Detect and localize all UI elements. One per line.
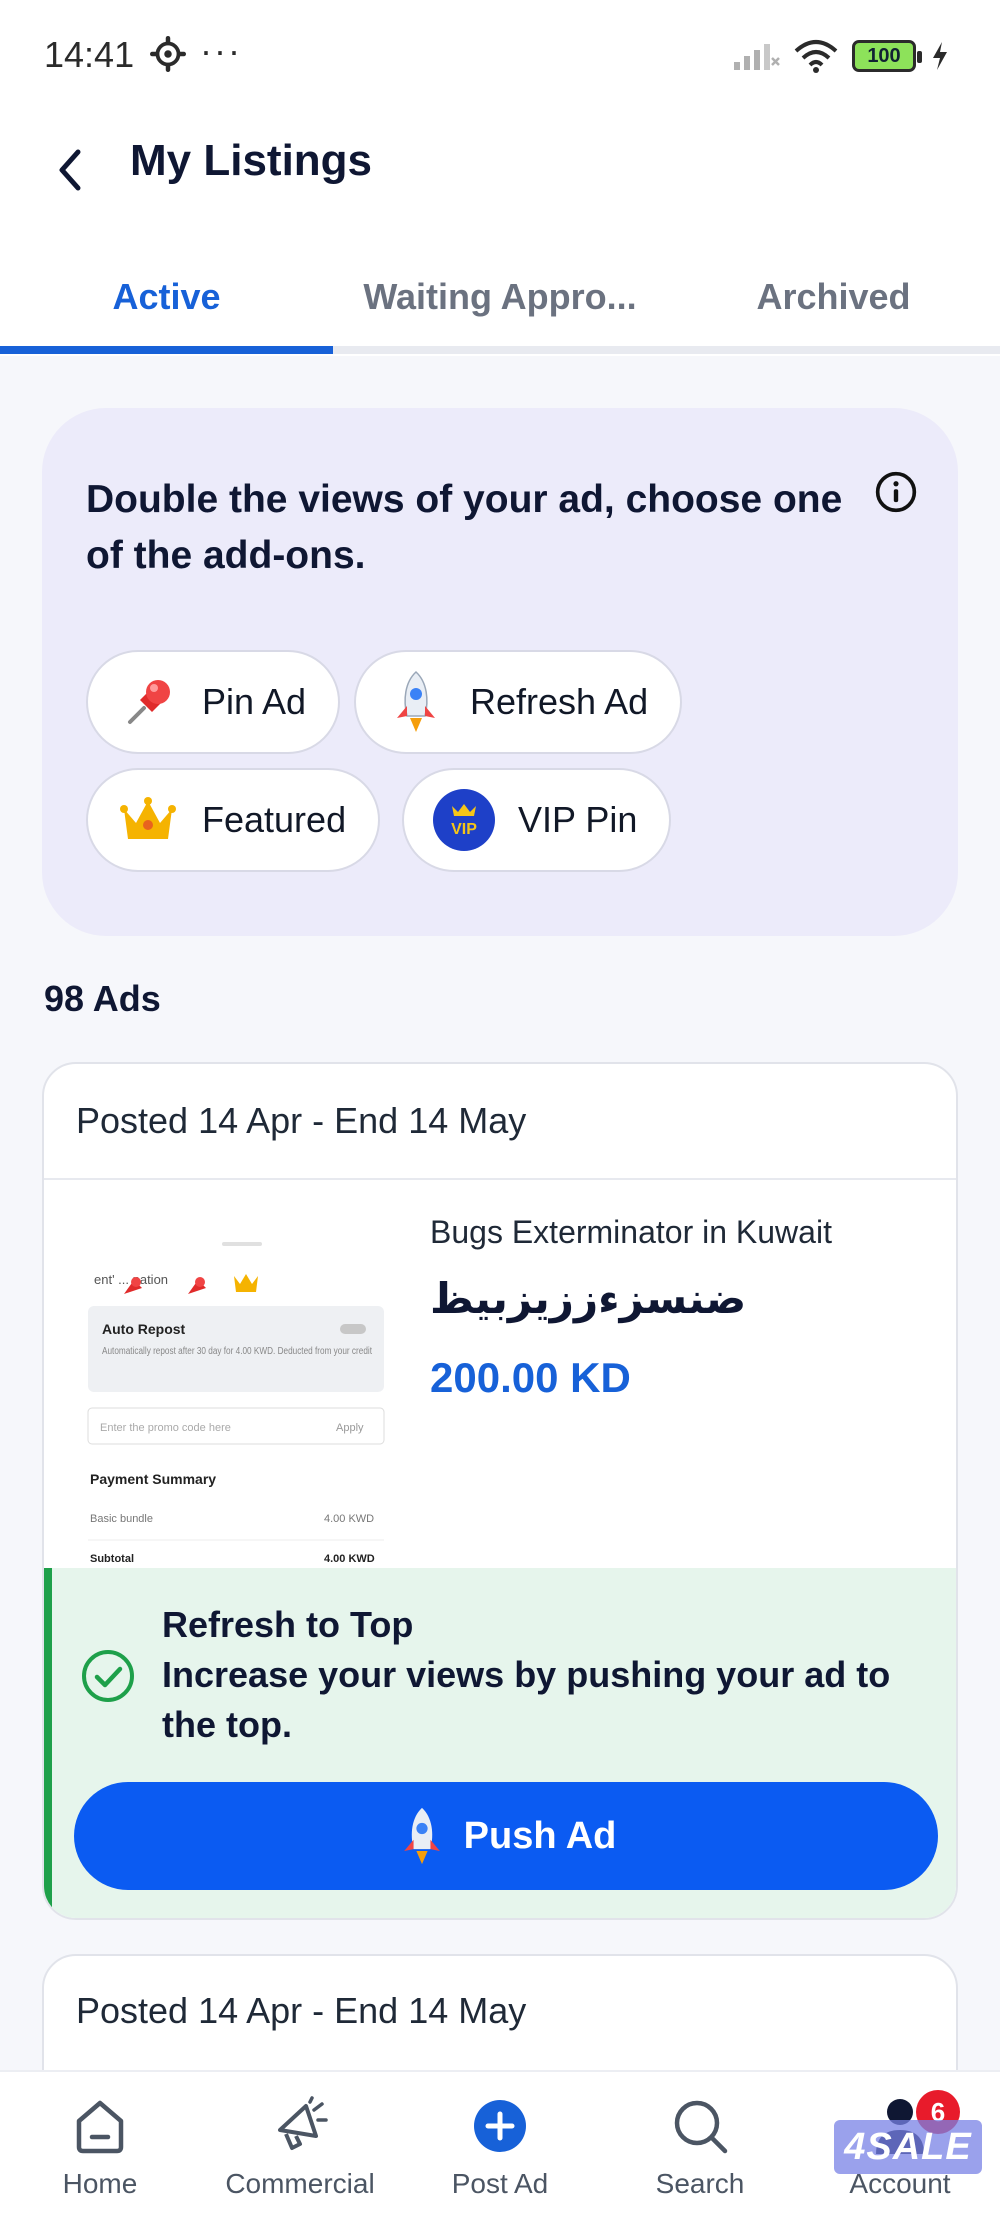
push-ad-button[interactable]: Push Ad xyxy=(74,1782,938,1890)
featured-chip[interactable]: Featured xyxy=(86,768,381,872)
charging-icon xyxy=(933,42,947,70)
chip-label: Refresh Ad xyxy=(470,681,649,722)
more-notifications-icon: ··· xyxy=(200,30,242,71)
back-button[interactable] xyxy=(40,140,100,200)
nav-search[interactable]: Search xyxy=(600,2072,800,2222)
chevron-left-icon xyxy=(59,149,81,191)
tab-waiting-approval[interactable]: Waiting Appro... xyxy=(333,276,667,318)
refresh-title: Refresh to Top xyxy=(162,1604,414,1645)
nav-home[interactable]: Home xyxy=(0,2072,200,2222)
settings-gear-icon xyxy=(150,36,186,72)
vip-pin-chip[interactable]: VIP VIP Pin xyxy=(402,768,672,872)
listing-title[interactable]: Bugs Exterminator in Kuwait xyxy=(430,1214,832,1251)
page-title: My Listings xyxy=(130,136,373,185)
promo-headline: Double the views of your ad, choose one … xyxy=(86,478,843,577)
posted-row: Posted 14 Apr - End 14 May xyxy=(44,1064,956,1180)
thumb-apply: Apply xyxy=(336,1422,364,1434)
listing-thumbnail[interactable]: ent' ... nation Auto Repost Automaticall… xyxy=(74,1212,398,1594)
status-bar: 14:41 ··· 100 xyxy=(0,0,1000,110)
plus-circle-icon xyxy=(468,2094,532,2158)
listing-card[interactable]: Posted 14 Apr - End 14 May ent' ... nati… xyxy=(42,1062,958,1920)
thumb-subtotal: Subtotal xyxy=(90,1553,134,1565)
battery-icon: 100 xyxy=(852,40,922,72)
nav-post-ad[interactable]: Post Ad xyxy=(400,2072,600,2222)
megaphone-icon xyxy=(268,2094,332,2158)
tab-archived[interactable]: Archived xyxy=(667,276,1000,318)
thumb-summary-title: Payment Summary xyxy=(90,1471,216,1487)
listing-price: 200.00 KD xyxy=(430,1354,631,1401)
thumb-auto-repost-title: Auto Repost xyxy=(102,1321,186,1337)
listing-subtitle: ضنسزءززيزبيظ xyxy=(430,1275,747,1322)
chip-label: Pin Ad xyxy=(202,681,307,722)
nav-label: Home xyxy=(62,2168,138,2199)
brand-logo: 4SALE xyxy=(834,2120,982,2174)
crown-icon xyxy=(116,788,180,852)
battery-level: 100 xyxy=(867,44,901,67)
tab-active[interactable]: Active xyxy=(0,276,333,318)
pin-icon xyxy=(116,670,180,734)
home-icon xyxy=(68,2094,132,2158)
nav-label: Search xyxy=(655,2168,745,2199)
thumb-promo-placeholder: Enter the promo code here xyxy=(100,1422,231,1434)
chip-label: Featured xyxy=(202,799,347,840)
app-header: My Listings xyxy=(0,110,1000,240)
nav-commercial[interactable]: Commercial xyxy=(200,2072,400,2222)
refresh-to-top-box: Refresh to Top Increase your views by pu… xyxy=(44,1568,956,1918)
addons-promo-card: Double the views of your ad, choose one … xyxy=(42,408,958,936)
listing-tabs: Active Waiting Appro... Archived xyxy=(0,240,1000,356)
rocket-icon xyxy=(384,670,448,734)
vip-icon-text: VIP xyxy=(451,821,477,838)
tab-indicator xyxy=(0,346,333,354)
posted-dates: Posted 14 Apr - End 14 May xyxy=(76,1990,527,2031)
refresh-description: Increase your views by pushing your ad t… xyxy=(162,1654,891,1745)
thumb-basic-bundle: Basic bundle xyxy=(90,1513,153,1525)
nav-label: Commercial xyxy=(225,2168,375,2199)
wifi-icon xyxy=(794,40,838,73)
rocket-icon xyxy=(403,1807,440,1865)
signal-icon xyxy=(734,44,780,70)
thumb-auto-repost-desc: Automatically repost after 30 day for 4.… xyxy=(102,1346,372,1357)
status-icons: 100 xyxy=(732,36,950,76)
vip-icon: VIP xyxy=(432,788,496,852)
pin-ad-chip[interactable]: Pin Ad xyxy=(86,650,341,754)
chip-label: VIP Pin xyxy=(518,799,638,840)
status-time: 14:41 xyxy=(44,34,135,75)
info-icon[interactable] xyxy=(874,470,918,514)
check-circle-icon xyxy=(82,1650,134,1702)
nav-label: Post Ad xyxy=(451,2168,549,2199)
search-icon xyxy=(668,2094,732,2158)
posted-dates: Posted 14 Apr - End 14 May xyxy=(76,1100,527,1141)
push-ad-label: Push Ad xyxy=(463,1814,617,1857)
ads-count: 98 Ads xyxy=(44,978,161,1019)
thumb-basic-bundle-value: 4.00 KWD xyxy=(324,1513,374,1525)
thumb-subtotal-value: 4.00 KWD xyxy=(324,1553,375,1565)
refresh-ad-chip[interactable]: Refresh Ad xyxy=(354,650,683,754)
